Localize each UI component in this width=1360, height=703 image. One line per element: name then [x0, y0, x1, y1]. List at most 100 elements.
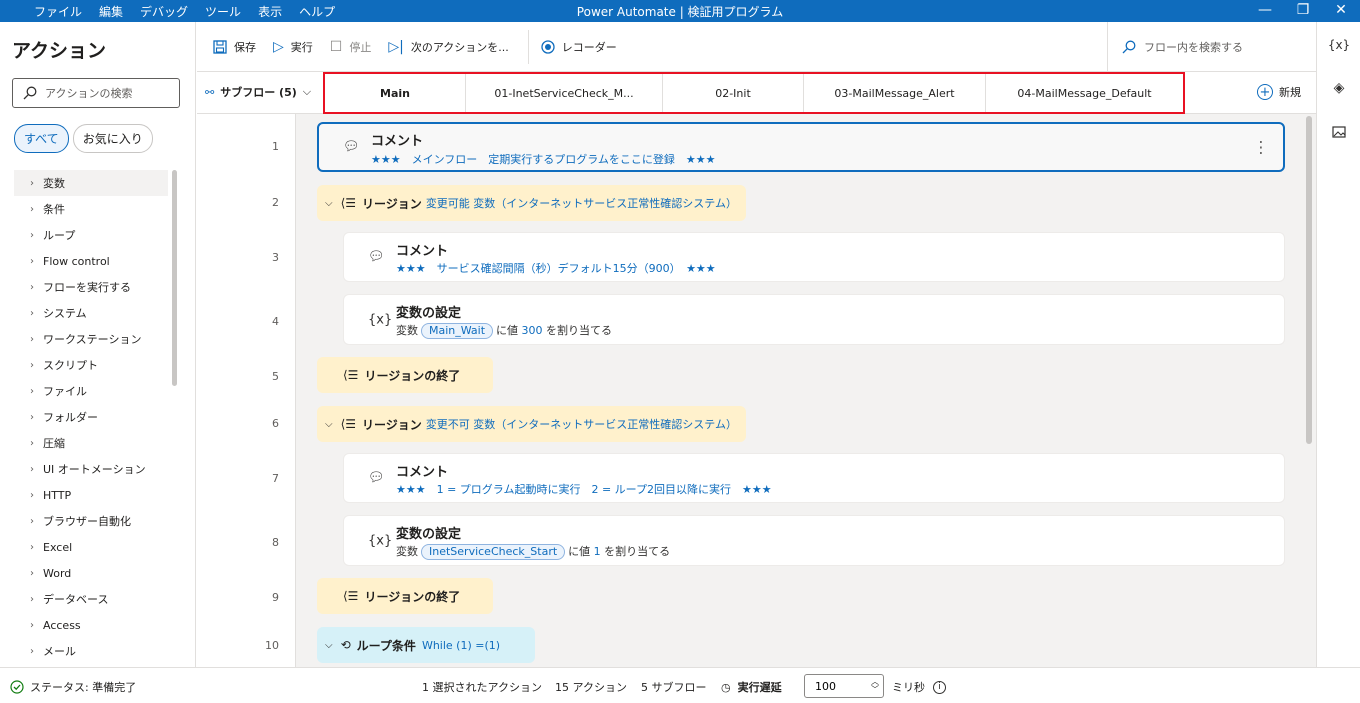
subflow-dropdown[interactable]: ⚯ サブフロー (5) ⌵: [205, 84, 311, 100]
actions-panel: アクション すべて お気に入り › 変数 › 条件 › ループ › Flow contr…: [0, 22, 196, 667]
action-description: 変数 InetServiceCheck_Start に値 1 を割り当てる: [396, 543, 670, 560]
category-item[interactable]: › ワークステーション: [14, 326, 168, 352]
chevron-down-icon[interactable]: ⌵: [325, 198, 333, 209]
actions-search-input[interactable]: [45, 86, 165, 100]
category-item[interactable]: › 条件: [14, 196, 168, 222]
actions-filter-tabs: すべて お気に入り: [14, 124, 157, 153]
line-number: 5: [272, 370, 279, 383]
category-item[interactable]: › UI オートメーション: [14, 456, 168, 482]
category-item[interactable]: › 圧縮: [14, 430, 168, 456]
action-set-variable[interactable]: {x} 変数の設定 変数 Main_Wait に値 300 を割り当てる: [343, 294, 1285, 345]
chevron-down-icon[interactable]: ⌵: [325, 640, 333, 651]
line-number: 6: [272, 417, 279, 430]
right-rail: {x} ◈: [1316, 22, 1360, 667]
region-icon: ⟨☰: [340, 417, 357, 431]
category-item[interactable]: › ループ: [14, 222, 168, 248]
actions-panel-scrollbar[interactable]: [172, 170, 177, 386]
region-title: リージョンの終了: [364, 589, 461, 604]
tab-inetservicecheck[interactable]: 01-InetServiceCheck_M...: [466, 74, 663, 112]
category-item[interactable]: › ファイル: [14, 378, 168, 404]
tab-mailmessage-alert[interactable]: 03-MailMessage_Alert: [804, 74, 986, 112]
category-item[interactable]: › メール: [14, 638, 168, 664]
run-delay-stepper[interactable]: ︿﹀: [804, 674, 884, 698]
flow-scrollbar[interactable]: [1306, 116, 1312, 444]
action-region[interactable]: ⌵ ⟨☰ リージョン 変更可能 変数（インターネットサービス正常性確認システム）: [317, 185, 746, 221]
tab-all[interactable]: すべて: [14, 124, 69, 153]
category-item[interactable]: › Flow control: [14, 248, 168, 274]
category-label: システム: [43, 307, 87, 320]
category-item[interactable]: › フローを実行する: [14, 274, 168, 300]
save-button[interactable]: 保存: [213, 39, 256, 55]
category-item[interactable]: › HTTP: [14, 482, 168, 508]
delay-unit: ミリ秒 i: [892, 679, 946, 695]
new-subflow-button[interactable]: + 新規: [1257, 84, 1301, 100]
flow-search-box[interactable]: [1107, 22, 1316, 72]
minimize-icon[interactable]: —: [1246, 0, 1284, 22]
tab-main[interactable]: Main: [325, 74, 466, 112]
region-icon: ⟨☰: [343, 368, 359, 382]
maximize-icon[interactable]: ❐: [1284, 0, 1322, 22]
chevron-down-icon[interactable]: ⌵: [325, 419, 333, 430]
category-item[interactable]: › フォルダー: [14, 404, 168, 430]
more-options-icon[interactable]: ⋮: [1253, 138, 1269, 157]
menu-file[interactable]: ファイル: [34, 3, 82, 20]
action-loop-condition[interactable]: ⌵ ⟲ ループ条件 While (1) =(1): [317, 627, 535, 663]
run-button[interactable]: ▷ 実行: [273, 39, 313, 55]
chevron-right-icon: ›: [30, 281, 34, 293]
region-icon: ⟨☰: [340, 196, 357, 210]
run-delay-input[interactable]: [815, 679, 867, 693]
menu-view[interactable]: 表示: [258, 3, 282, 20]
chevron-down-icon: ⌵: [302, 85, 312, 98]
category-item[interactable]: › Excel: [14, 534, 168, 560]
line-number: 10: [265, 639, 279, 652]
subflow-dropdown-label: サブフロー (5): [220, 86, 297, 99]
recorder-button[interactable]: レコーダー: [541, 39, 617, 55]
category-label: スクリプト: [43, 359, 98, 372]
tab-favorites[interactable]: お気に入り: [72, 124, 153, 153]
menu-tools[interactable]: ツール: [205, 3, 241, 20]
tab-init[interactable]: 02-Init: [663, 74, 804, 112]
action-end-region[interactable]: ⟨☰ リージョンの終了: [317, 578, 493, 614]
action-set-variable[interactable]: {x} 変数の設定 変数 InetServiceCheck_Start に値 1 を…: [343, 515, 1285, 566]
category-label: HTTP: [43, 488, 72, 502]
category-item[interactable]: › Access: [14, 612, 168, 638]
loop-title: ループ条件: [356, 638, 416, 653]
action-region[interactable]: ⌵ ⟨☰ リージョン 変更不可 変数（インターネットサービス正常性確認システム）: [317, 406, 746, 442]
subflows-count: 5 サブフロー: [641, 681, 707, 694]
layers-icon[interactable]: ◈: [1317, 80, 1360, 96]
info-icon[interactable]: i: [933, 680, 946, 694]
action-comment[interactable]: 💬︎ コメント ★★★ サービス確認間隔（秒）デフォルト15分（900） ★★★: [343, 232, 1285, 282]
category-label: ワークステーション: [43, 333, 142, 346]
value-text: 300: [521, 324, 543, 337]
category-item[interactable]: › Word: [14, 560, 168, 586]
menu-edit[interactable]: 編集: [99, 3, 123, 20]
action-description: 変数 Main_Wait に値 300 を割り当てる: [396, 322, 612, 339]
action-category-list: › 変数 › 条件 › ループ › Flow control › フローを実行する › シス…: [14, 170, 168, 664]
actions-search-box[interactable]: [12, 78, 180, 108]
stop-button[interactable]: ☐ 停止: [330, 39, 372, 55]
comment-icon: 💬︎: [343, 139, 360, 155]
category-label: 変数: [43, 177, 65, 190]
close-icon[interactable]: ✕: [1322, 0, 1360, 22]
action-comment[interactable]: 💬︎ コメント ★★★ メインフロー 定期実行するプログラムをここに登録 ★★★…: [317, 122, 1285, 172]
category-item[interactable]: › スクリプト: [14, 352, 168, 378]
flow-search-input[interactable]: [1144, 40, 1304, 54]
region-title: リージョン: [362, 417, 422, 432]
menu-help[interactable]: ヘルプ: [299, 3, 335, 20]
action-comment[interactable]: 💬︎ コメント ★★★ 1 = プログラム起動時に実行 2 = ループ2回目以降…: [343, 453, 1285, 503]
action-description: ★★★ 1 = プログラム起動時に実行 2 = ループ2回目以降に実行 ★★★: [396, 483, 772, 496]
menu-debug[interactable]: デバッグ: [140, 3, 188, 20]
variables-icon[interactable]: {x}: [1317, 38, 1360, 52]
category-item[interactable]: › 変数: [14, 170, 168, 196]
tab-mailmessage-default[interactable]: 04-MailMessage_Default: [986, 74, 1183, 112]
image-icon[interactable]: [1317, 126, 1360, 141]
category-item[interactable]: › ブラウザー自動化: [14, 508, 168, 534]
actions-panel-title: アクション: [12, 40, 107, 62]
status-text: ステータス: 準備完了: [30, 681, 137, 694]
flow-designer: 1 2 3 4 5 6 7 8 9 10 💬︎ コメント ★★★ メインフロー …: [197, 114, 1316, 667]
stepper-arrows-icon[interactable]: ︿ ﹀: [871, 678, 879, 694]
category-item[interactable]: › システム: [14, 300, 168, 326]
next-action-button[interactable]: ▷| 次のアクションを...: [388, 39, 508, 55]
category-item[interactable]: › データベース: [14, 586, 168, 612]
action-end-region[interactable]: ⟨☰ リージョンの終了: [317, 357, 493, 393]
